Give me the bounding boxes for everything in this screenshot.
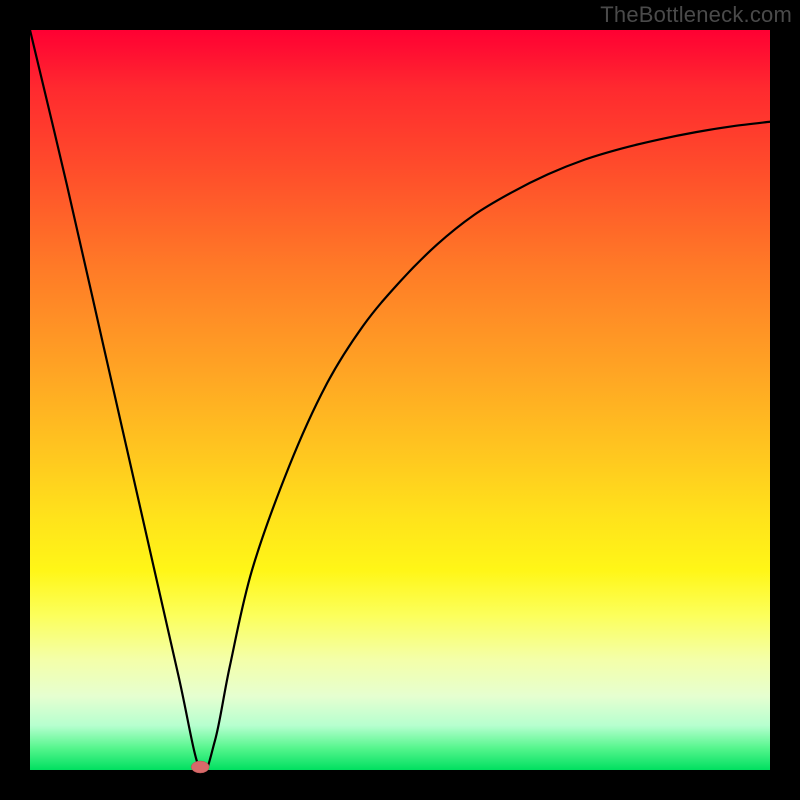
watermark-text: TheBottleneck.com — [600, 2, 792, 28]
curve-svg — [30, 30, 770, 770]
chart-container: TheBottleneck.com — [0, 0, 800, 800]
plot-area — [30, 30, 770, 770]
minimum-marker — [191, 761, 209, 773]
bottleneck-curve — [30, 30, 770, 773]
